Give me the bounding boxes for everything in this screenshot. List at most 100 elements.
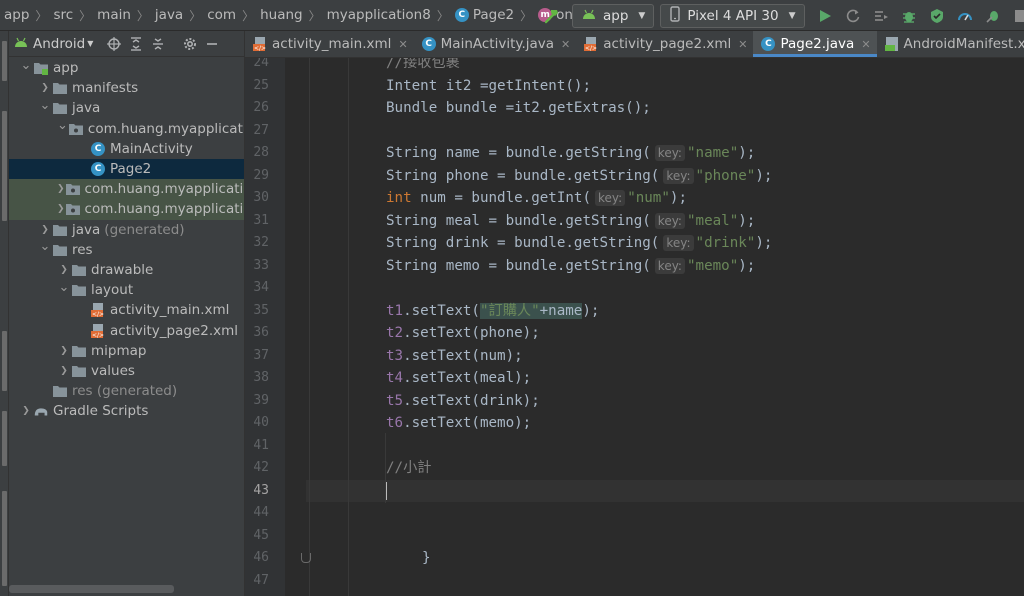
breadcrumb-item[interactable]: main 〉	[97, 7, 155, 24]
code-line[interactable]: t6.setText(memo);	[386, 412, 531, 435]
line-number: 35	[253, 302, 269, 318]
tree-item[interactable]: ⌄ java	[9, 98, 244, 118]
breadcrumb-item[interactable]: app 〉	[4, 7, 53, 24]
apply-changes-icon[interactable]	[839, 4, 867, 28]
hide-panel-icon[interactable]	[201, 33, 223, 55]
tree-item-label: res	[72, 241, 93, 258]
run-config-select[interactable]: app ▼	[572, 3, 655, 28]
favorites-tool-tab[interactable]	[2, 411, 7, 466]
close-icon[interactable]: ✕	[738, 38, 747, 51]
tree-item[interactable]: ❯ mipmap	[9, 341, 244, 361]
stop-icon[interactable]	[1007, 4, 1024, 28]
debug-icon[interactable]	[895, 4, 923, 28]
editor-tab[interactable]: AndroidManifest.xml✕	[877, 31, 1024, 57]
editor-tab[interactable]: C MainActivity.java ✕	[414, 31, 577, 57]
code-line[interactable]: t2.setText(phone);	[386, 322, 540, 345]
code-line[interactable]: //接收包裹	[386, 58, 460, 75]
breadcrumb-item[interactable]: myapplication8 〉	[327, 7, 455, 24]
tree-item-label: Page2	[110, 161, 152, 178]
structure-tool-tab[interactable]	[2, 331, 7, 391]
horizontal-scrollbar[interactable]	[9, 585, 174, 593]
gear-icon[interactable]	[179, 33, 201, 55]
expand-all-icon[interactable]	[125, 33, 147, 55]
breadcrumb-label: src	[53, 7, 74, 23]
tree-item[interactable]: </> activity_main.xml	[9, 300, 244, 320]
breadcrumb-item[interactable]: com 〉	[207, 7, 260, 24]
chevron-down-icon[interactable]: ⌄	[19, 58, 33, 73]
breadcrumb-item[interactable]: huang 〉	[260, 7, 327, 24]
editor-tab[interactable]: C Page2.java ✕	[753, 31, 877, 57]
code-line[interactable]: t5.setText(drink);	[386, 390, 540, 413]
profiler-icon[interactable]	[951, 4, 979, 28]
tree-item[interactable]: ❯ manifests	[9, 78, 244, 98]
tree-item[interactable]: C Page2	[9, 159, 244, 180]
tree-item[interactable]: res (generated)	[9, 381, 244, 401]
editor-tab[interactable]: </> activity_main.xml ✕	[245, 31, 414, 57]
code-line[interactable]: }	[422, 547, 431, 570]
package-icon	[68, 121, 84, 137]
tree-item[interactable]: </> activity_page2.xml	[9, 321, 244, 341]
line-number: 43	[253, 482, 269, 498]
attach-debugger-icon[interactable]	[979, 4, 1007, 28]
chevron-right-icon[interactable]: ❯	[19, 406, 33, 416]
close-icon[interactable]: ✕	[398, 38, 407, 51]
close-icon[interactable]: ✕	[861, 38, 870, 51]
code-token: num = bundle.getInt(	[411, 190, 591, 206]
tree-item[interactable]: ❯ values	[9, 361, 244, 381]
tree-item[interactable]: ⌄ app	[9, 58, 244, 78]
breadcrumb-item[interactable]: java 〉	[155, 7, 207, 24]
make-project-hammer-icon[interactable]	[540, 4, 564, 28]
breadcrumb-item[interactable]: C Page2 〉	[454, 7, 538, 24]
line-number: 26	[253, 100, 269, 115]
editor-tab[interactable]: </> activity_page2.xml ✕	[576, 31, 753, 57]
resource-manager-tool-tab[interactable]	[2, 111, 7, 221]
code-line[interactable]: String phone = bundle.getString(key: "pho…	[386, 165, 772, 188]
code-line[interactable]: Intent it2 =getIntent();	[386, 75, 591, 98]
chevron-down-icon[interactable]: ⌄	[38, 239, 52, 254]
tree-item[interactable]: ❯ com.huang.myapplication8 (androidTest)	[9, 179, 244, 200]
tree-item[interactable]: ❯ java (generated)	[9, 220, 244, 240]
run-icon[interactable]	[811, 4, 839, 28]
code-line[interactable]: t3.setText(num);	[386, 345, 523, 368]
fold-marker-icon[interactable]	[301, 553, 311, 563]
chevron-right-icon[interactable]: ❯	[38, 225, 52, 235]
tree-item[interactable]: C MainActivity	[9, 139, 244, 159]
chevron-right-icon[interactable]: ❯	[57, 366, 71, 376]
code-line[interactable]: t4.setText(meal);	[386, 367, 531, 390]
code-line[interactable]: String meal = bundle.getString(key: "meal…	[386, 210, 755, 233]
coverage-icon[interactable]	[923, 4, 951, 28]
chevron-right-icon[interactable]: ❯	[38, 83, 52, 93]
build-variants-tool-tab[interactable]	[2, 491, 7, 586]
code-line[interactable]: int num = bundle.getInt(key: "num");	[386, 187, 687, 210]
tree-item[interactable]: ⌄ com.huang.myapplication8	[9, 118, 244, 139]
tree-item[interactable]: ❯ drawable	[9, 260, 244, 280]
folder-icon	[52, 242, 68, 258]
tree-item[interactable]: ⌄ layout	[9, 280, 244, 300]
tree-item[interactable]: ⌄ res	[9, 239, 244, 260]
code-editor[interactable]: 24 25 26 27 28 29 30 31 32 33 34 35 36 37 38 39 40 41 42 43…	[245, 58, 1024, 596]
chevron-down-icon[interactable]: ⌄	[38, 98, 52, 113]
chevron-right-icon[interactable]: ❯	[57, 204, 65, 214]
apply-code-changes-icon[interactable]	[867, 4, 895, 28]
tree-item[interactable]: ❯ com.huang.myapplication8 (test)	[9, 199, 244, 220]
chevron-down-icon[interactable]: ⌄	[57, 118, 68, 133]
project-tool-tab[interactable]	[2, 41, 7, 81]
chevron-down-icon[interactable]: ⌄	[57, 280, 71, 295]
code-line[interactable]: String memo = bundle.getString(key: "memo…	[386, 255, 755, 278]
code-line[interactable]: String name = bundle.getString(key: "name…	[386, 142, 755, 165]
locate-icon[interactable]	[103, 33, 125, 55]
chevron-right-icon[interactable]: ❯	[57, 265, 71, 275]
code-line[interactable]: Bundle bundle =it2.getExtras();	[386, 97, 651, 120]
close-icon[interactable]: ✕	[561, 38, 570, 51]
device-select[interactable]: Pixel 4 API 30 ▼	[660, 3, 805, 28]
chevron-right-icon[interactable]: ❯	[57, 184, 65, 194]
tree-item[interactable]: ❯ Gradle Scripts	[9, 401, 244, 421]
breadcrumb-item[interactable]: src 〉	[53, 7, 97, 24]
code-token: t5	[386, 392, 404, 409]
collapse-all-icon[interactable]	[147, 33, 169, 55]
project-view-select[interactable]: Android ▼	[33, 36, 93, 52]
code-line[interactable]: t1.setText("訂購人"+name);	[386, 300, 599, 323]
chevron-right-icon[interactable]: ❯	[57, 346, 71, 356]
code-line[interactable]: //小計	[386, 457, 431, 480]
code-line[interactable]: String drink = bundle.getString(key: "dri…	[386, 232, 772, 255]
